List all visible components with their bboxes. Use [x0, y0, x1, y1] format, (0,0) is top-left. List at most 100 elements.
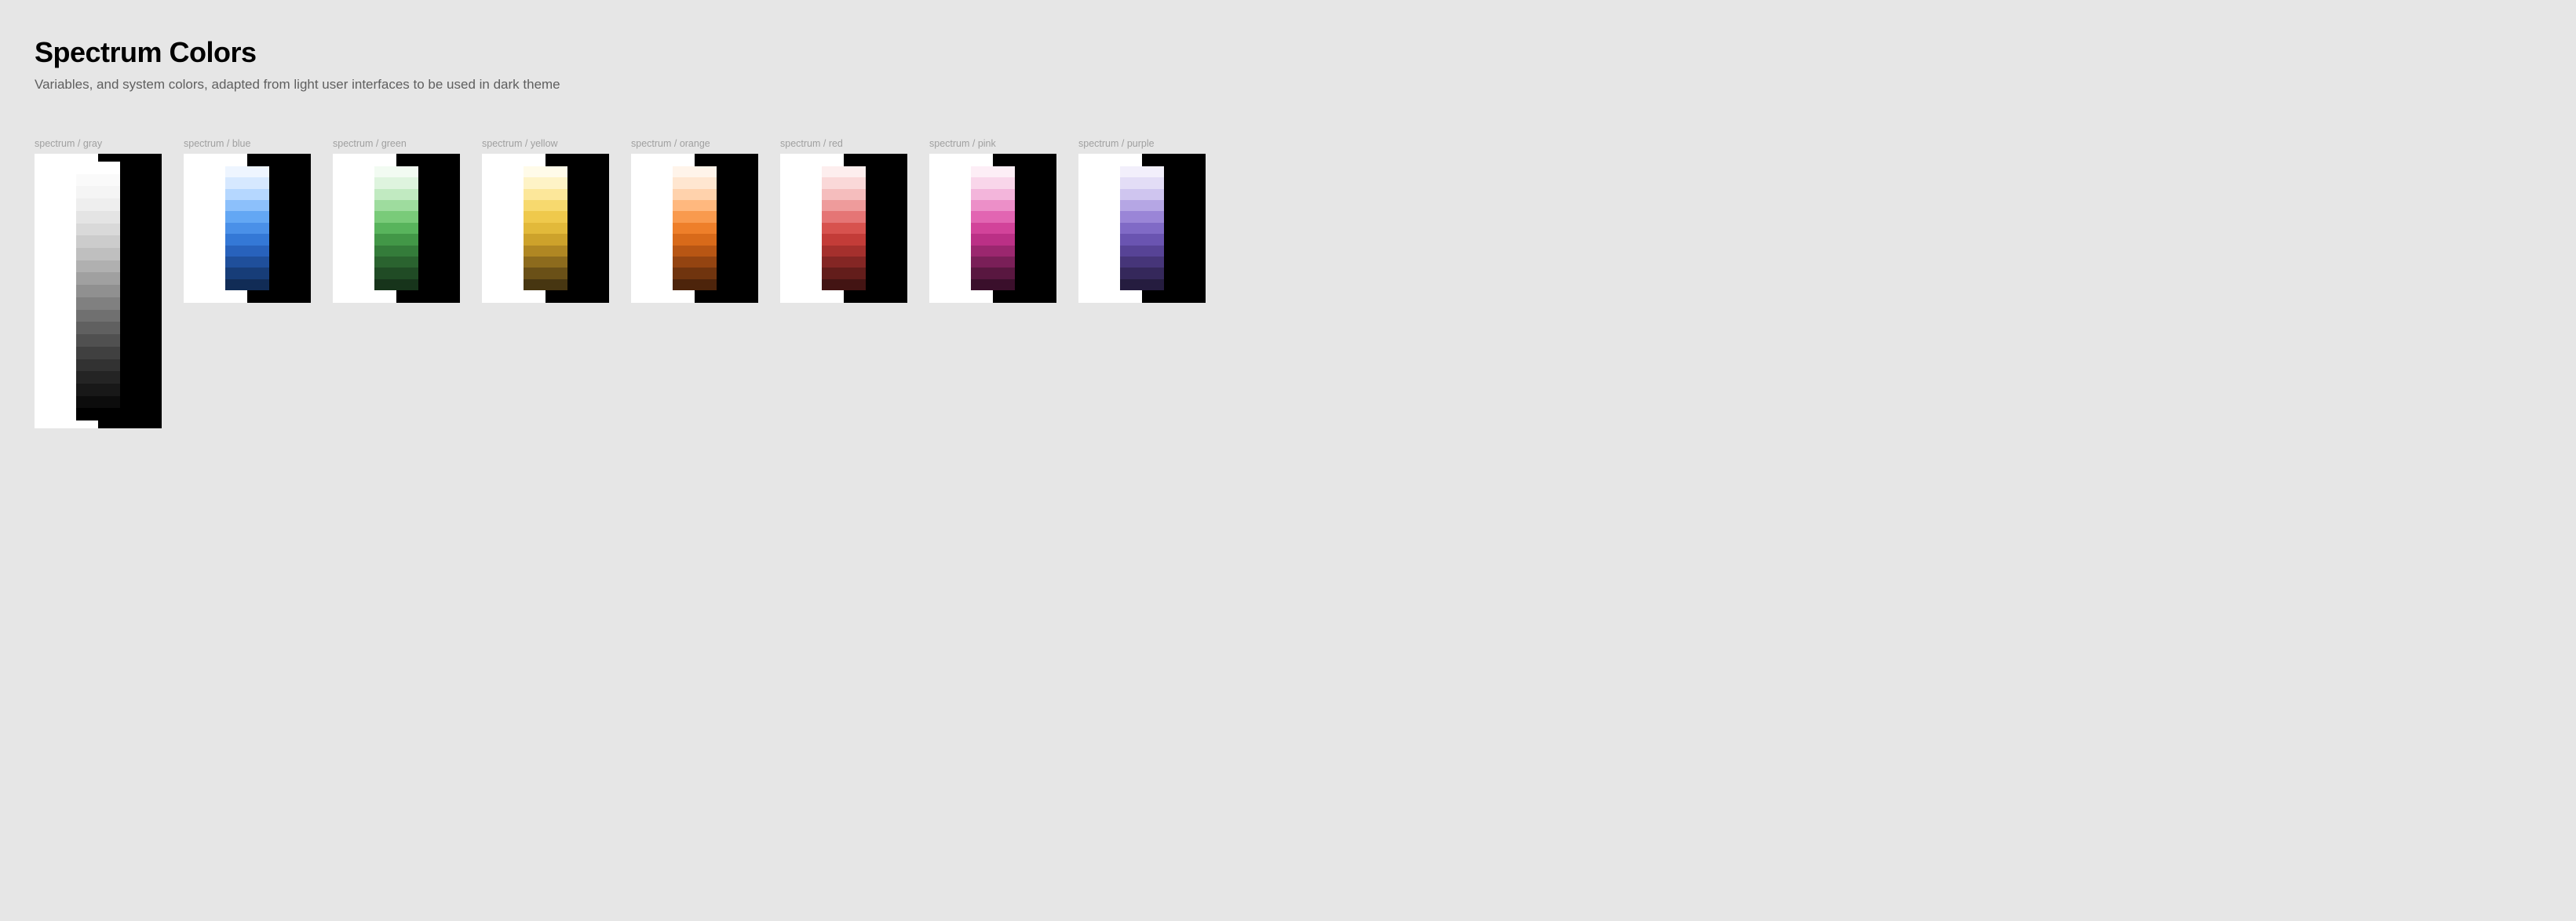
swatch-green-2 [374, 189, 418, 200]
swatch-green-6 [374, 234, 418, 245]
swatch-pink-0 [971, 166, 1014, 177]
swatch-gray-2 [76, 186, 119, 198]
swatch-purple-1 [1120, 177, 1163, 188]
swatch-pink-2 [971, 189, 1014, 200]
swatch-orange-5 [673, 223, 716, 234]
swatch-green-8 [374, 257, 418, 268]
swatch-green-5 [374, 223, 418, 234]
swatch-orange-10 [673, 279, 716, 290]
swatch-yellow-10 [524, 279, 567, 290]
swatch-gray-11 [76, 297, 119, 310]
swatch-blue-8 [225, 257, 268, 268]
palette-card-blue [184, 154, 311, 303]
swatch-purple-3 [1120, 200, 1163, 211]
swatch-purple-0 [1120, 166, 1163, 177]
swatch-blue-7 [225, 246, 268, 257]
palette-label-green: spectrum / green [333, 138, 460, 149]
swatch-blue-9 [225, 268, 268, 278]
palette-card-pink [929, 154, 1056, 303]
swatch-purple-8 [1120, 257, 1163, 268]
page-header: Spectrum Colors Variables, and system co… [35, 36, 2541, 93]
swatch-gray-19 [76, 396, 119, 409]
page-subtitle: Variables, and system colors, adapted fr… [35, 77, 2541, 93]
swatch-red-1 [822, 177, 865, 188]
palette-label-red: spectrum / red [780, 138, 907, 149]
swatch-orange-8 [673, 257, 716, 268]
swatch-gray-10 [76, 285, 119, 297]
swatch-green-3 [374, 200, 418, 211]
palette-card-red [780, 154, 907, 303]
palette-purple: spectrum / purple [1078, 138, 1206, 303]
swatch-pink-4 [971, 211, 1014, 222]
color-ramp-green [374, 166, 418, 290]
swatch-gray-13 [76, 322, 119, 334]
palette-card-gray [35, 154, 162, 428]
color-ramp-purple [1120, 166, 1163, 290]
swatch-yellow-5 [524, 223, 567, 234]
palette-blue: spectrum / blue [184, 138, 311, 303]
swatch-blue-1 [225, 177, 268, 188]
swatch-orange-1 [673, 177, 716, 188]
swatch-purple-2 [1120, 189, 1163, 200]
palette-orange: spectrum / orange [631, 138, 758, 303]
swatch-blue-3 [225, 200, 268, 211]
swatch-gray-9 [76, 272, 119, 285]
swatch-gray-14 [76, 334, 119, 347]
swatch-gray-17 [76, 371, 119, 384]
swatch-pink-8 [971, 257, 1014, 268]
swatch-orange-7 [673, 246, 716, 257]
swatch-purple-5 [1120, 223, 1163, 234]
swatch-gray-5 [76, 224, 119, 236]
palette-pink: spectrum / pink [929, 138, 1056, 303]
swatch-gray-12 [76, 310, 119, 322]
swatch-yellow-7 [524, 246, 567, 257]
palette-label-orange: spectrum / orange [631, 138, 758, 149]
swatch-pink-10 [971, 279, 1014, 290]
palette-label-gray: spectrum / gray [35, 138, 162, 149]
swatch-green-1 [374, 177, 418, 188]
color-ramp-gray [76, 162, 119, 420]
swatch-gray-6 [76, 235, 119, 248]
swatch-gray-3 [76, 198, 119, 211]
swatch-yellow-4 [524, 211, 567, 222]
swatch-green-10 [374, 279, 418, 290]
swatch-pink-3 [971, 200, 1014, 211]
swatch-orange-3 [673, 200, 716, 211]
swatch-pink-7 [971, 246, 1014, 257]
swatch-purple-7 [1120, 246, 1163, 257]
swatch-gray-0 [76, 162, 119, 174]
swatch-red-0 [822, 166, 865, 177]
swatch-yellow-2 [524, 189, 567, 200]
swatch-gray-8 [76, 260, 119, 273]
color-ramp-red [822, 166, 865, 290]
swatch-gray-16 [76, 359, 119, 372]
swatch-purple-6 [1120, 234, 1163, 245]
swatch-yellow-9 [524, 268, 567, 278]
swatch-yellow-6 [524, 234, 567, 245]
swatch-gray-20 [76, 408, 119, 420]
palette-gray: spectrum / gray [35, 138, 162, 428]
color-ramp-pink [971, 166, 1014, 290]
color-ramp-orange [673, 166, 716, 290]
swatch-pink-5 [971, 223, 1014, 234]
swatch-gray-4 [76, 211, 119, 224]
swatch-yellow-0 [524, 166, 567, 177]
swatch-green-4 [374, 211, 418, 222]
palette-card-yellow [482, 154, 609, 303]
swatch-red-2 [822, 189, 865, 200]
swatch-blue-5 [225, 223, 268, 234]
swatch-orange-6 [673, 234, 716, 245]
palette-row: spectrum / gray spectrum / blue spectrum /… [35, 138, 2541, 428]
swatch-orange-0 [673, 166, 716, 177]
swatch-green-0 [374, 166, 418, 177]
palette-yellow: spectrum / yellow [482, 138, 609, 303]
swatch-red-9 [822, 268, 865, 278]
swatch-blue-4 [225, 211, 268, 222]
palette-label-purple: spectrum / purple [1078, 138, 1206, 149]
palette-red: spectrum / red [780, 138, 907, 303]
palette-card-green [333, 154, 460, 303]
palette-card-orange [631, 154, 758, 303]
swatch-gray-1 [76, 174, 119, 187]
swatch-blue-10 [225, 279, 268, 290]
swatch-pink-9 [971, 268, 1014, 278]
